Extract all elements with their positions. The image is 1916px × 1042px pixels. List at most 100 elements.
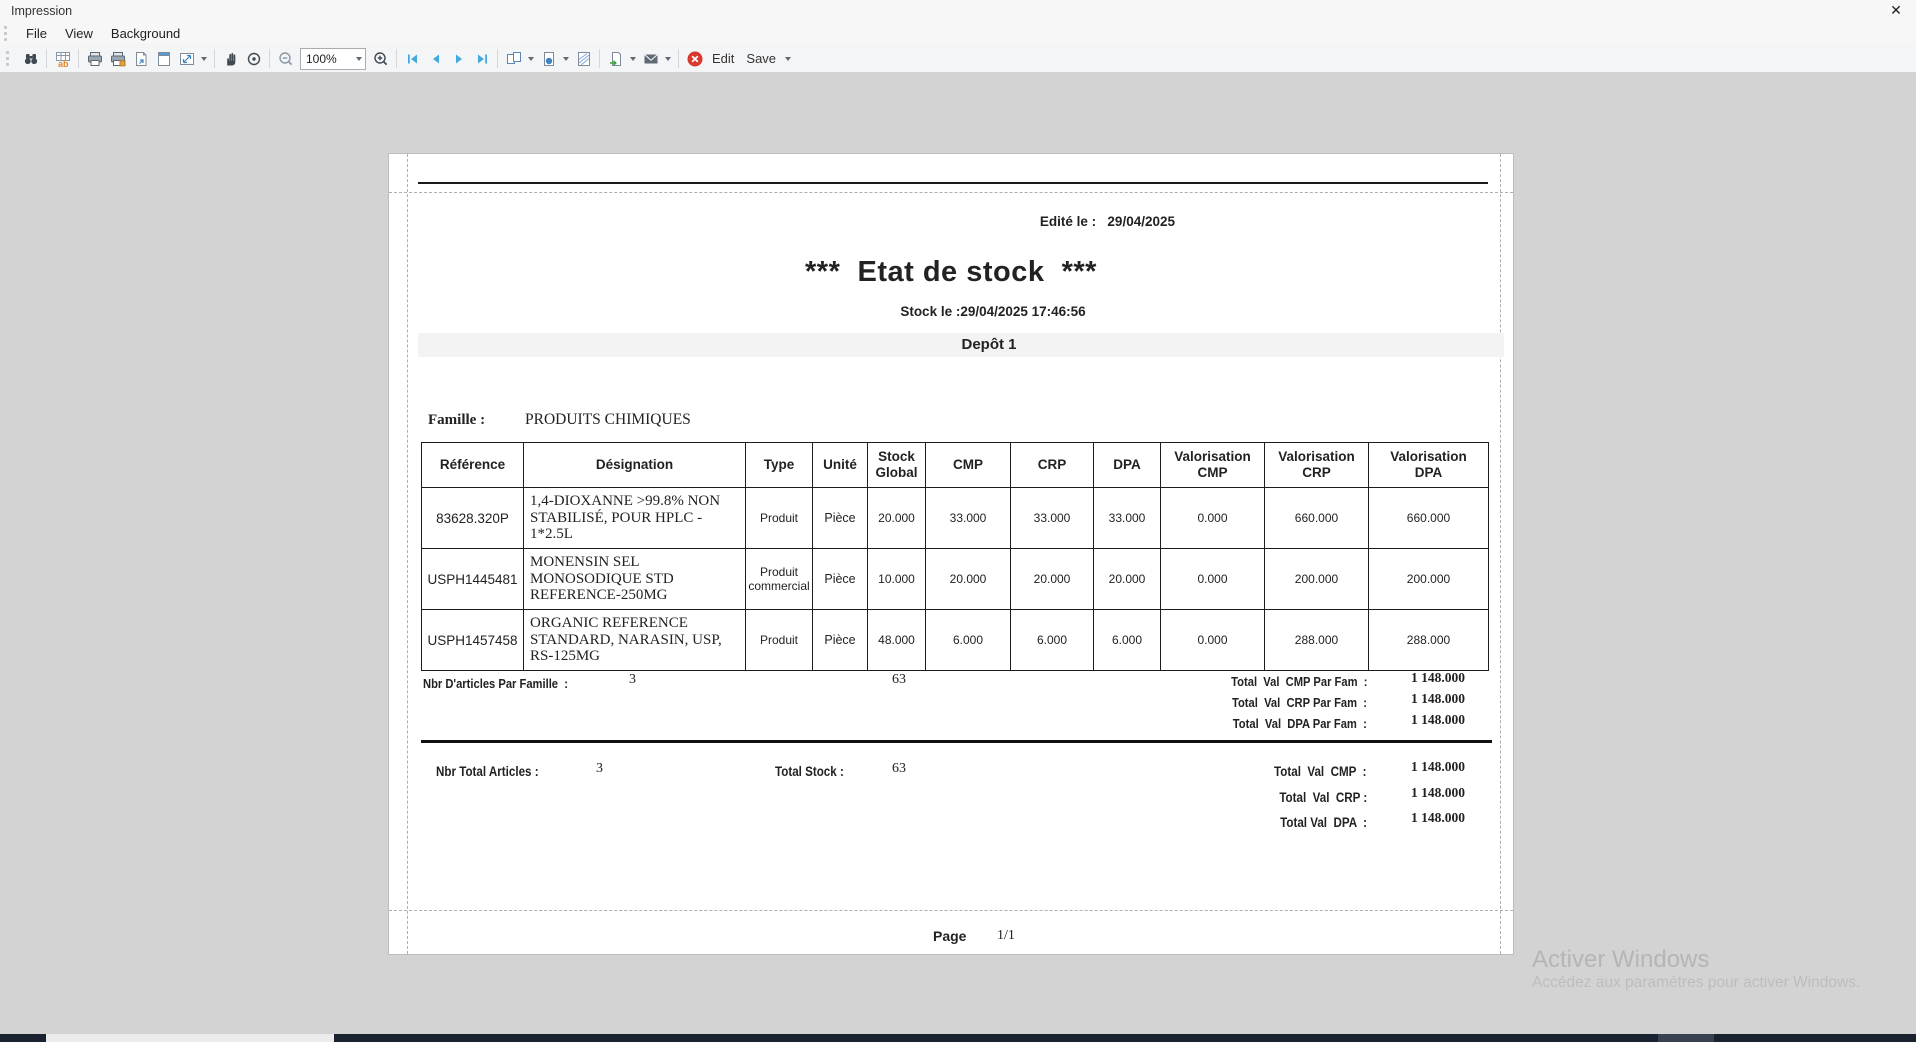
grand-total-crp-label: Total Val CRP : (1265, 790, 1367, 805)
grand-stock-value: 63 (892, 761, 906, 777)
column-header: Valorisation DPA (1369, 443, 1489, 488)
save-button[interactable]: Save (740, 51, 782, 66)
table-cell: 0.000 (1161, 610, 1265, 671)
page-color-dropdown-icon[interactable] (563, 57, 569, 61)
email-dropdown-icon[interactable] (665, 57, 671, 61)
svg-text:ab: ab (58, 59, 69, 68)
table-cell: 33.000 (1094, 488, 1161, 549)
table-cell: 83628.320P (422, 488, 524, 549)
menu-file[interactable]: File (17, 24, 56, 43)
toolbar-separator (46, 49, 47, 68)
multipage-view-icon[interactable] (502, 47, 525, 70)
famille-line: Famille : PRODUITS CHIMIQUES (428, 411, 485, 429)
family-total-cmp-value: 1 148.000 (1411, 670, 1465, 686)
page-footer-label: Page (933, 928, 966, 944)
family-total-dpa-value: 1 148.000 (1411, 712, 1465, 728)
column-header: CMP (926, 443, 1011, 488)
table-cell: 660.000 (1369, 488, 1489, 549)
table-row: 83628.320P1,4-DIOXANNE >99.8% NON STABIL… (422, 488, 1489, 549)
hand-tool-icon[interactable] (219, 47, 242, 70)
windows-activation-watermark-line1: Activer Windows (1532, 946, 1709, 974)
toolbar-separator (78, 49, 79, 68)
grand-total-cmp-label: Total Val CMP : (1259, 764, 1367, 779)
zoom-level-dropdown-icon[interactable] (356, 57, 362, 61)
zoom-level-combobox[interactable]: 100% (300, 48, 366, 70)
column-header: Valorisation CRP (1265, 443, 1369, 488)
edit-button[interactable]: Edit (706, 51, 740, 66)
column-header: Référence (422, 443, 524, 488)
column-header: Désignation (524, 443, 746, 488)
last-page-icon[interactable] (470, 47, 493, 70)
toolbar-grip-icon (4, 26, 11, 41)
margin-guide-bottom (389, 910, 1513, 911)
menu-view[interactable]: View (56, 24, 102, 43)
fit-scale-dropdown-icon[interactable] (201, 57, 207, 61)
watermark-icon[interactable] (572, 47, 595, 70)
edited-label: Edité le : (1040, 214, 1096, 229)
stock-date-line: Stock le :29/04/2025 17:46:56 (473, 304, 1513, 319)
table-cell: Produit commercial (746, 549, 813, 610)
table-cell: USPH1457458 (422, 610, 524, 671)
export-icon[interactable] (604, 47, 627, 70)
table-cell: 20.000 (1011, 549, 1094, 610)
column-header: Valorisation CMP (1161, 443, 1265, 488)
next-page-icon[interactable] (447, 47, 470, 70)
column-header: Unité (813, 443, 868, 488)
table-cell: Produit (746, 488, 813, 549)
table-cell: 200.000 (1369, 549, 1489, 610)
first-page-icon[interactable] (401, 47, 424, 70)
family-total-dpa-label: Total Val DPA Par Fam : (1211, 716, 1367, 731)
save-dropdown-icon[interactable] (785, 57, 791, 61)
toolbar-separator (599, 49, 600, 68)
totals-separator-rule (421, 740, 1492, 743)
zoom-in-icon[interactable] (369, 47, 392, 70)
table-cell: 6.000 (1094, 610, 1161, 671)
toolbar-separator (396, 49, 397, 68)
app-window: { "window": { "title": "Impression", "cl… (0, 0, 1916, 1042)
toolbar-separator (497, 49, 498, 68)
toolbar-grip-icon (6, 51, 13, 66)
print-icon[interactable] (83, 47, 106, 70)
title-bar: Impression ✕ (0, 0, 1916, 22)
page-color-icon[interactable] (537, 47, 560, 70)
table-cell: ORGANIC REFERENCE STANDARD, NARASIN, USP… (524, 610, 746, 671)
report-page: Edité le : 29/04/2025 *** Etat de stock … (389, 154, 1513, 954)
toolbar: ab 100% (0, 44, 1916, 74)
zoom-level-value[interactable]: 100% (301, 52, 353, 66)
family-stock-value: 63 (892, 672, 906, 688)
search-fields-icon[interactable]: ab (51, 47, 74, 70)
header-row: RéférenceDésignationTypeUnitéStock Globa… (422, 443, 1489, 488)
page-margins-icon[interactable] (129, 47, 152, 70)
email-icon[interactable] (639, 47, 662, 70)
multipage-dropdown-icon[interactable] (528, 57, 534, 61)
zoom-out-icon[interactable] (274, 47, 297, 70)
print-options-icon[interactable] (106, 47, 129, 70)
column-header: Type (746, 443, 813, 488)
previous-page-icon[interactable] (424, 47, 447, 70)
table-cell: 0.000 (1161, 549, 1265, 610)
stock-table: RéférenceDésignationTypeUnitéStock Globa… (421, 442, 1489, 671)
grand-articles-value: 3 (596, 761, 603, 777)
windows-activation-watermark-line2: Accédez aux paramètres pour activer Wind… (1532, 974, 1860, 992)
export-dropdown-icon[interactable] (630, 57, 636, 61)
find-icon[interactable] (19, 47, 42, 70)
table-row: USPH1445481MONENSIN SEL MONOSODIQUE STD … (422, 549, 1489, 610)
family-total-crp-value: 1 148.000 (1411, 691, 1465, 707)
preview-work-area[interactable]: Edité le : 29/04/2025 *** Etat de stock … (0, 72, 1916, 1034)
grand-stock-label: Total Stock : (775, 764, 855, 779)
report-title: *** Etat de stock *** (389, 256, 1513, 289)
page-footer-value: 1/1 (997, 928, 1015, 944)
window-title: Impression (0, 4, 72, 18)
taskbar-sliver (0, 1034, 1916, 1042)
toolbar-separator (269, 49, 270, 68)
close-preview-icon[interactable] (683, 47, 706, 70)
menu-background[interactable]: Background (102, 24, 189, 43)
page-setup-icon[interactable] (152, 47, 175, 70)
famille-value: PRODUITS CHIMIQUES (525, 411, 691, 429)
margin-guide-top (389, 192, 1513, 193)
close-window-icon[interactable]: ✕ (1886, 2, 1906, 19)
table-cell: 1,4-DIOXANNE >99.8% NON STABILISÉ, POUR … (524, 488, 746, 549)
zoom-dynamic-icon[interactable] (242, 47, 265, 70)
fit-scale-icon[interactable] (175, 47, 198, 70)
family-articles-label: Nbr D'articles Par Famille : (423, 676, 592, 691)
